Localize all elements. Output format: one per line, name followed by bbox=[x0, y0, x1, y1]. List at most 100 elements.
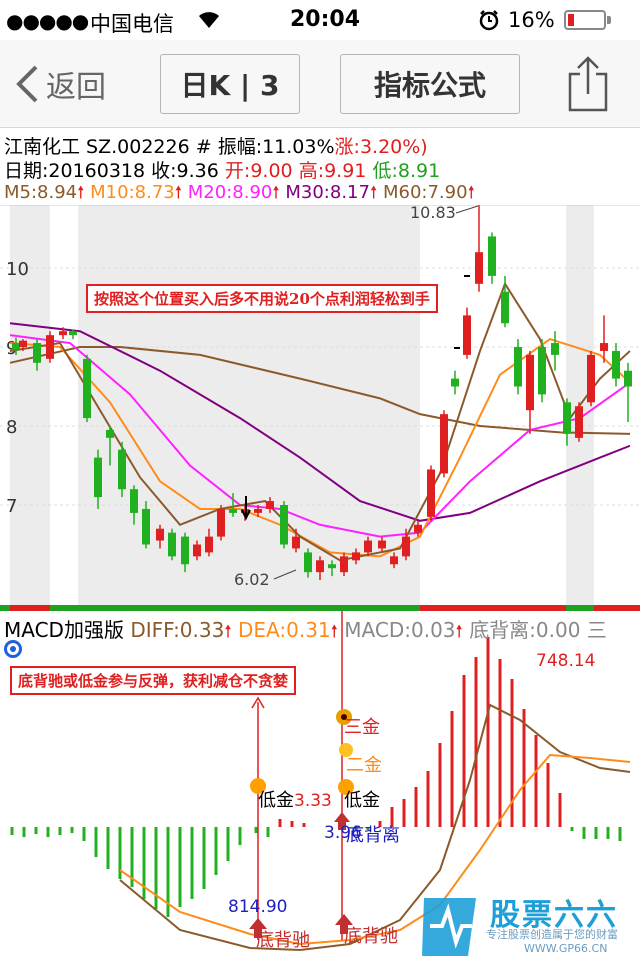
macd-bar bbox=[606, 827, 610, 839]
y-tick-label: 7 bbox=[6, 496, 17, 517]
candlestick bbox=[538, 339, 546, 403]
di-bei-chi-label: 底背驰 bbox=[256, 930, 310, 951]
chevron-left-icon bbox=[16, 65, 38, 103]
gp66-logo: 股票六六 专注股票创造属于您的财富 WWW.GP66.CN bbox=[420, 886, 640, 960]
candlestick bbox=[118, 441, 126, 498]
formula-button[interactable]: 指标公式 bbox=[340, 54, 520, 114]
alarm-icon bbox=[478, 9, 500, 36]
macd-bar bbox=[594, 827, 598, 839]
battery-tip bbox=[607, 16, 611, 24]
low-price: 低:8.91 bbox=[372, 160, 441, 182]
indicator-switch-icon[interactable] bbox=[4, 640, 22, 658]
macd-bar bbox=[82, 827, 86, 841]
ma60-value: M60:7.90 bbox=[382, 182, 468, 203]
macd-bar bbox=[70, 827, 74, 833]
logo-slogan: 专注股票创造属于您的财富 bbox=[486, 928, 618, 941]
peak-value-label: 748.14 bbox=[536, 651, 595, 671]
macd-bar bbox=[266, 827, 270, 837]
candlestick bbox=[280, 501, 288, 549]
macd-bar bbox=[522, 709, 526, 827]
di-jin-label: 低金 bbox=[258, 790, 294, 811]
macd-bar bbox=[618, 827, 622, 841]
close-price: 收:9.36 bbox=[151, 160, 219, 182]
macd-bar bbox=[534, 735, 538, 827]
macd-bar bbox=[302, 823, 306, 827]
status-bar: ●●●●● 中国电信 20:04 16% bbox=[0, 0, 640, 40]
ma20-value: M20:8.90 bbox=[187, 182, 273, 203]
ma5-value: M5:8.94 bbox=[4, 182, 78, 203]
date: 日期:20160318 bbox=[4, 160, 146, 182]
more-indicator[interactable]: 三 bbox=[587, 618, 607, 642]
macd-bar bbox=[558, 793, 562, 827]
macd-bar bbox=[278, 819, 282, 827]
macd-bar bbox=[34, 827, 38, 834]
macd-bar bbox=[486, 637, 490, 827]
signal-strength: ●●●●● bbox=[6, 9, 89, 33]
di-bei-chi-label: 底背驰 bbox=[344, 926, 398, 947]
macd-bar bbox=[22, 827, 26, 837]
price-info-line: 日期:20160318 收:9.36 开:9.00 高:9.91 低:8.91 bbox=[4, 156, 440, 183]
back-button[interactable]: 返回 bbox=[14, 62, 106, 106]
macd-bar bbox=[254, 827, 258, 833]
macd-value: MACD:0.03 bbox=[344, 618, 456, 642]
back-label: 返回 bbox=[46, 70, 106, 105]
macd-bar bbox=[426, 771, 430, 827]
candlestick bbox=[440, 410, 448, 478]
macd-bar bbox=[46, 827, 50, 837]
macd-bar bbox=[570, 827, 574, 831]
clock: 20:04 bbox=[290, 7, 361, 32]
di-jin-label: 低金 bbox=[344, 790, 380, 811]
macd-bar bbox=[582, 827, 586, 839]
period-button[interactable]: 日K | 3 bbox=[160, 54, 300, 114]
buy-annotation: 按照这个位置买入后多不用说20个点利润轻松到手 bbox=[86, 284, 438, 313]
high-marker-label: 10.83 bbox=[410, 205, 456, 222]
macd-bar bbox=[474, 657, 478, 827]
macd-bar bbox=[178, 827, 182, 907]
dea-value: DEA:0.31 bbox=[238, 618, 331, 642]
value-label: 3.33 bbox=[294, 791, 332, 811]
candlestick bbox=[217, 505, 225, 541]
dbl-value: 底背离:0.00 bbox=[469, 618, 581, 642]
diff-value: DIFF:0.33 bbox=[130, 618, 225, 642]
low-value-label: 814.90 bbox=[228, 897, 287, 917]
logo-url: WWW.GP66.CN bbox=[524, 942, 608, 955]
er-jin-label: 二金 bbox=[346, 755, 382, 776]
candlestick bbox=[514, 339, 522, 395]
y-tick-label: 8 bbox=[6, 417, 17, 438]
san-jin-label: 三金 bbox=[344, 717, 380, 738]
macd-bar bbox=[450, 711, 454, 827]
macd-bar bbox=[414, 787, 418, 827]
share-button[interactable] bbox=[566, 54, 610, 118]
wifi-icon bbox=[196, 6, 222, 35]
macd-bar bbox=[546, 763, 550, 827]
macd-annotation: 底背驰或低金参与反弹，获利减仓不贪婪 bbox=[10, 666, 297, 695]
change-percent: 涨:3.20%) bbox=[334, 136, 428, 158]
share-icon bbox=[568, 56, 608, 112]
macd-bar bbox=[214, 827, 218, 875]
macd-bar bbox=[202, 827, 206, 889]
macd-bar bbox=[390, 807, 394, 827]
macd-bar bbox=[238, 827, 242, 845]
macd-bar bbox=[290, 821, 294, 827]
ma30-value: M30:8.17 bbox=[285, 182, 370, 203]
macd-title: MACD加强版 bbox=[4, 618, 124, 642]
candlestick bbox=[587, 350, 595, 407]
candlestick bbox=[427, 465, 435, 521]
di-bei-li-label: 底背离 bbox=[346, 825, 400, 846]
high-price: 高:9.91 bbox=[298, 160, 367, 182]
stock-info-line: 江南化工 SZ.002226 # 振幅:11.03%涨:3.20%) bbox=[4, 132, 428, 159]
carrier-name: 中国电信 bbox=[90, 12, 174, 36]
kline-chart[interactable]: 10987 10.83 6.02 bbox=[0, 205, 640, 605]
battery-icon bbox=[564, 10, 606, 30]
macd-bar bbox=[58, 827, 62, 835]
low-marker-label: 6.02 bbox=[234, 570, 270, 589]
candlestick bbox=[575, 402, 583, 442]
macd-bar bbox=[10, 827, 14, 835]
y-tick-label: 10 bbox=[6, 259, 29, 280]
macd-bar bbox=[106, 827, 110, 869]
ma10-value: M10:8.73 bbox=[90, 182, 175, 203]
stock-name-code: 江南化工 SZ.002226 bbox=[4, 136, 190, 158]
amplitude: # 振幅:11.03% bbox=[195, 136, 335, 158]
battery-percent: 16% bbox=[508, 8, 555, 32]
nav-bar: 返回 日K | 3 指标公式 bbox=[0, 40, 640, 128]
